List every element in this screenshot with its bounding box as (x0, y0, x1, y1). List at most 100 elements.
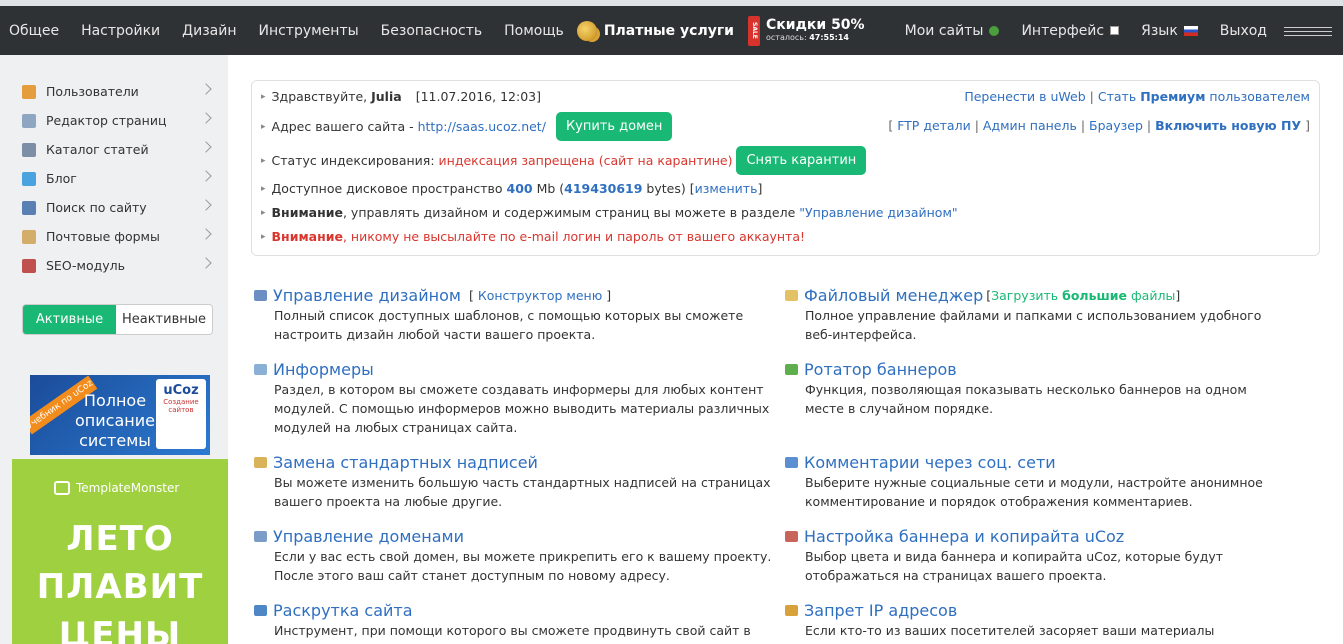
menu-builder-link[interactable]: Конструктор меню (478, 288, 602, 303)
index-status: индексация запрещена (сайт на карантине) (438, 153, 733, 168)
site-url-link[interactable]: http://saas.ucoz.net/ (418, 119, 546, 134)
section-desc: Вы можете изменить большую часть стандар… (274, 475, 771, 509)
section-title[interactable]: Ротатор баннеров (804, 360, 957, 379)
sidebar-item-label: Почтовые формы (46, 229, 160, 244)
section-title[interactable]: Информеры (273, 360, 374, 379)
section-desc: Полный список доступных шаблонов, с помо… (274, 308, 744, 342)
section-desc: Функция, позволяющая показывать нескольк… (805, 382, 1247, 416)
design-management-link[interactable]: "Управление дизайном" (799, 205, 957, 220)
site-info-box: ▸ Здравствуйте, Julia [11.07.2016, 12:03… (251, 80, 1320, 256)
folder-icon (785, 289, 798, 301)
section-title[interactable]: Управление доменами (273, 527, 464, 546)
move-to-uweb-link[interactable]: Перенести в uWeb (964, 89, 1085, 104)
chevron-right-icon (200, 170, 212, 182)
sidebar-item-label: Редактор страниц (46, 113, 167, 128)
chevron-right-icon (200, 257, 212, 269)
greeting-line: ▸ Здравствуйте, Julia [11.07.2016, 12:03… (261, 89, 541, 104)
user-name: Julia (371, 89, 402, 104)
sidebar: Пользователи Редактор страниц Каталог ст… (0, 55, 228, 644)
become-premium-link[interactable]: Стать Премиум пользователем (1098, 89, 1310, 104)
section-ucoz-banner: Настройка баннера и копирайта uCoz Выбор… (785, 526, 1305, 585)
section-title[interactable]: Комментарии через соц. сети (804, 453, 1056, 472)
section-title[interactable]: Раскрутка сайта (273, 601, 413, 620)
main-nav: Общее Настройки Дизайн Инструменты Безоп… (0, 6, 865, 55)
menu-builder-sub: [ Конструктор меню ] (468, 287, 612, 303)
address-line: ▸ Адрес вашего сайта - http://saas.ucoz.… (261, 112, 673, 141)
interface-link[interactable]: Интерфейс (1010, 23, 1130, 39)
section-title[interactable]: Замена стандартных надписей (273, 453, 538, 472)
my-sites-link[interactable]: Мои сайты (894, 23, 1011, 39)
catalog-icon (22, 142, 36, 157)
inactive-modules-tab[interactable]: Неактивные (116, 305, 212, 334)
sidebar-item-label: Блог (46, 171, 77, 186)
globe-icon (989, 25, 1000, 36)
top-right-links: Перенести в uWeb | Стать Премиум пользов… (964, 89, 1310, 104)
sidebar-item-users[interactable]: Пользователи (22, 77, 212, 106)
copyright-icon (785, 530, 798, 542)
admin-panel-link[interactable]: Админ панель (983, 118, 1077, 133)
settings-sliders[interactable] (1278, 24, 1343, 38)
section-informers: Информеры Раздел, в котором вы сможете с… (254, 359, 774, 437)
disk-space-line: ▸ Доступное дисковое пространство 400 Mb… (261, 181, 763, 196)
buy-domain-button[interactable]: Купить домен (555, 112, 673, 141)
section-title[interactable]: Запрет IP адресов (804, 601, 957, 620)
social-icon (785, 456, 798, 468)
browser-link[interactable]: Браузер (1089, 118, 1143, 133)
sidebar-item-blog[interactable]: Блог (22, 164, 212, 193)
sidebar-item-articles[interactable]: Каталог статей (22, 135, 212, 164)
banner-line-3: ЦЕНЫ (58, 615, 182, 644)
sidebar-item-site-search[interactable]: Поиск по сайту (22, 193, 212, 222)
remove-quarantine-button[interactable]: Снять карантин (736, 146, 867, 175)
nav-tools[interactable]: Инструменты (247, 23, 369, 39)
warning-line-2: ▸ Внимание, никому не высылайте по e-mai… (261, 229, 806, 244)
nav-security[interactable]: Безопасность (370, 23, 493, 39)
rocket-icon (22, 258, 36, 273)
sale-title: Скидки 50% (765, 17, 865, 33)
section-social-comments: Комментарии через соц. сети Выберите нуж… (785, 452, 1305, 511)
chevron-right-icon (200, 83, 212, 95)
nav-design[interactable]: Дизайн (171, 23, 247, 39)
section-desc: Выбор цвета и вида баннера и копирайта u… (805, 549, 1224, 583)
section-title[interactable]: Управление дизайном (273, 286, 461, 305)
change-disk-link[interactable]: изменить (695, 181, 758, 196)
sidebar-item-label: Поиск по сайту (46, 200, 147, 215)
paid-services-link[interactable]: Платные услуги (576, 20, 734, 41)
domain-icon (254, 530, 267, 542)
warning-line-1: ▸ Внимание, управлять дизайном и содержи… (261, 205, 958, 220)
section-title[interactable]: Настройка баннера и копирайта uCoz (804, 527, 1124, 546)
upload-big-files-link[interactable]: Загрузить большие файлы (991, 288, 1175, 303)
logout-link[interactable]: Выход (1209, 23, 1278, 39)
enable-new-panel-link[interactable]: Включить новую ПУ (1155, 118, 1301, 133)
ftp-details-link[interactable]: FTP детали (897, 118, 971, 133)
modules-toggle: Активные Неактивные (22, 304, 213, 335)
blog-icon (22, 171, 36, 186)
ucoz-manual-banner[interactable]: Учебник по uCoz Полное описание системы … (30, 375, 210, 455)
templatemonster-banner[interactable]: TemplateMonster ЛЕТО ПЛАВИТ ЦЕНЫ (12, 459, 228, 644)
sidebar-item-page-editor[interactable]: Редактор страниц (22, 106, 212, 135)
informer-icon (254, 363, 267, 375)
nav-general[interactable]: Общее (0, 23, 70, 39)
section-desc: Если кто-то из ваших посетителей засоряе… (805, 623, 1215, 644)
russia-flag-icon (1183, 25, 1198, 36)
sidebar-item-mail-forms[interactable]: Почтовые формы (22, 222, 212, 251)
sliders-icon (1284, 24, 1332, 38)
sale-link[interactable]: SALE Скидки 50% осталось: 47:55:14 (747, 15, 865, 46)
window-icon (1110, 26, 1120, 35)
nav-settings[interactable]: Настройки (70, 23, 171, 39)
language-link[interactable]: Язык (1130, 23, 1209, 39)
sidebar-item-label: Пользователи (46, 84, 139, 99)
nav-help[interactable]: Помощь (493, 23, 575, 39)
labels-icon (254, 456, 267, 468)
sale-timer: осталось: 47:55:14 (765, 33, 849, 42)
active-modules-tab[interactable]: Активные (23, 305, 116, 334)
section-desc: Раздел, в котором вы сможете создавать и… (274, 382, 770, 435)
section-domains: Управление доменами Если у вас есть свой… (254, 526, 774, 585)
login-datetime: [11.07.2016, 12:03] (415, 89, 541, 104)
section-title[interactable]: Файловый менеджер (804, 286, 983, 305)
section-banner-rotator: Ротатор баннеров Функция, позволяющая по… (785, 359, 1305, 418)
section-desc: Если у вас есть свой домен, вы можете пр… (274, 549, 772, 583)
top-right-menu: Мои сайты Интерфейс Язык Выход (894, 6, 1343, 55)
ucoz-logo: uCoz Создание сайтов (156, 379, 206, 449)
section-design-management: Управление дизайном [ Конструктор меню ]… (254, 285, 774, 344)
sidebar-item-seo[interactable]: SEO-модуль (22, 251, 212, 280)
